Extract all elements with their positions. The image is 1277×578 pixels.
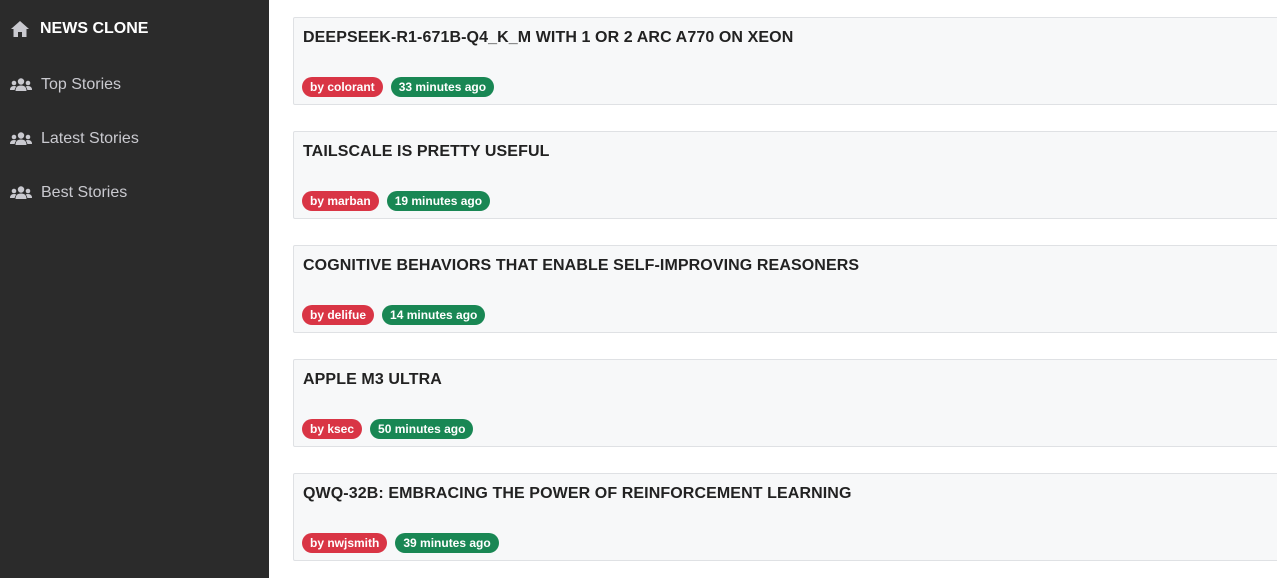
sidebar-item-label: Best Stories (41, 184, 128, 201)
author-badge: by marban (302, 191, 379, 211)
author-badge: by ksec (302, 419, 363, 439)
story-title-link[interactable]: APPLE M3 ULTRA (303, 371, 442, 389)
story-title-link[interactable]: COGNITIVE BEHAVIORS THAT ENABLE SELF-IMP… (303, 257, 859, 275)
brand-link[interactable]: NEWS CLONE (0, 0, 269, 58)
sidebar: NEWS CLONE Top Stories Latest Stories Be… (0, 0, 269, 578)
sidebar-item-best-stories[interactable]: Best Stories (0, 166, 269, 220)
story-list: DEEPSEEK-R1-671B-Q4_K_M WITH 1 OR 2 ARC … (269, 0, 1277, 578)
users-icon (10, 185, 41, 201)
time-badge: 39 minutes ago (395, 533, 499, 553)
users-icon (10, 77, 41, 93)
time-badge: 33 minutes ago (390, 77, 495, 97)
sidebar-item-top-stories[interactable]: Top Stories (0, 58, 269, 112)
time-badge: 50 minutes ago (370, 419, 474, 439)
story-meta: by delifue 14 minutes ago (302, 305, 486, 325)
author-badge: by colorant (302, 77, 383, 97)
author-badge: by nwjsmith (302, 533, 388, 553)
story-card: APPLE M3 ULTRA by ksec 50 minutes ago (293, 359, 1277, 447)
story-title-link[interactable]: QWQ-32B: EMBRACING THE POWER OF REINFORC… (303, 485, 852, 503)
app-root: NEWS CLONE Top Stories Latest Stories Be… (0, 0, 1277, 578)
story-meta: by nwjsmith 39 minutes ago (302, 533, 499, 553)
sidebar-item-label: Latest Stories (41, 130, 139, 147)
users-icon (10, 131, 41, 147)
story-card: COGNITIVE BEHAVIORS THAT ENABLE SELF-IMP… (293, 245, 1277, 333)
time-badge: 14 minutes ago (382, 305, 486, 325)
time-badge: 19 minutes ago (386, 191, 491, 211)
story-title-link[interactable]: DEEPSEEK-R1-671B-Q4_K_M WITH 1 OR 2 ARC … (303, 29, 793, 47)
sidebar-item-latest-stories[interactable]: Latest Stories (0, 112, 269, 166)
story-meta: by ksec 50 minutes ago (302, 419, 474, 439)
story-meta: by marban 19 minutes ago (302, 191, 491, 211)
story-card: QWQ-32B: EMBRACING THE POWER OF REINFORC… (293, 473, 1277, 561)
author-badge: by delifue (302, 305, 375, 325)
story-card: DEEPSEEK-R1-671B-Q4_K_M WITH 1 OR 2 ARC … (293, 17, 1277, 105)
story-card: TAILSCALE IS PRETTY USEFUL by marban 19 … (293, 131, 1277, 219)
story-meta: by colorant 33 minutes ago (302, 77, 495, 97)
home-icon (10, 20, 40, 38)
story-title-link[interactable]: TAILSCALE IS PRETTY USEFUL (303, 143, 549, 161)
brand-label: NEWS CLONE (40, 20, 149, 37)
sidebar-item-label: Top Stories (41, 76, 122, 93)
